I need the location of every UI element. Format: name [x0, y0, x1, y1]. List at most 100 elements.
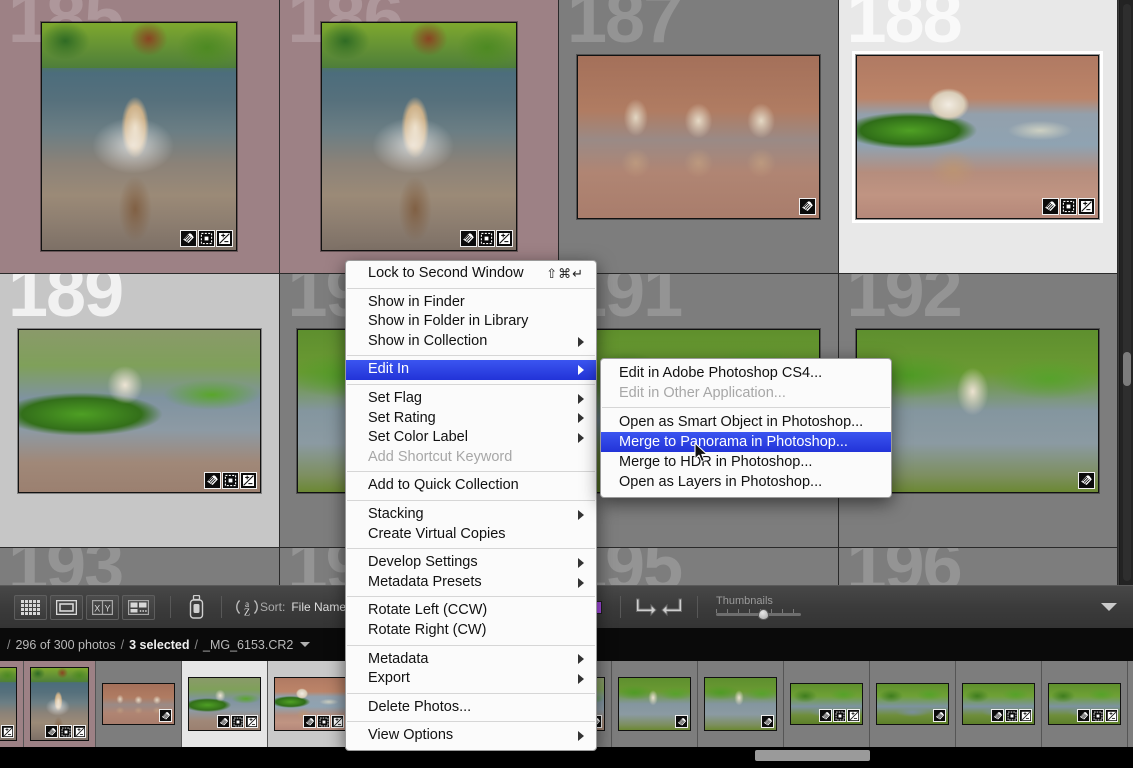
filmstrip-thumbnail[interactable]: [0, 667, 17, 741]
filmstrip-cell[interactable]: [612, 661, 698, 747]
filmstrip-cell[interactable]: [182, 661, 268, 747]
menu-show-in-folder-in-library[interactable]: Show in Folder in Library: [346, 312, 596, 332]
crop-badge[interactable]: [819, 709, 832, 722]
filmstrip-cell[interactable]: [0, 661, 24, 747]
develop-badge[interactable]: [1, 725, 14, 738]
thumbnail[interactable]: [856, 55, 1099, 219]
crop-badge[interactable]: [303, 715, 316, 728]
crop-badge[interactable]: [991, 709, 1004, 722]
thumbnail-badges[interactable]: [204, 472, 257, 489]
filmstrip-thumbnail[interactable]: [102, 683, 175, 725]
crop-badge[interactable]: [460, 230, 477, 247]
menu-metadata[interactable]: Metadata: [346, 650, 596, 670]
thumbnail-badges[interactable]: [1042, 198, 1095, 215]
submenu-open-as-smart-object[interactable]: Open as Smart Object in Photoshop...: [601, 412, 891, 432]
grid-cell-185[interactable]: 185: [0, 0, 280, 274]
filmstrip-thumbnail[interactable]: [274, 677, 347, 731]
crop-badge[interactable]: [1078, 472, 1095, 489]
filmstrip-cell[interactable]: [1042, 661, 1128, 747]
filmstrip-thumbnail[interactable]: [962, 683, 1035, 725]
develop-badge[interactable]: [1019, 709, 1032, 722]
thumbnail[interactable]: [41, 22, 237, 251]
toolbar-disclosure-triangle-icon[interactable]: [1101, 603, 1117, 611]
menu-view-options[interactable]: View Options: [346, 726, 596, 746]
painter-tool-button[interactable]: [183, 594, 209, 620]
keyword-badge[interactable]: [231, 715, 244, 728]
develop-badge[interactable]: [1078, 198, 1095, 215]
thumbnail-badges[interactable]: [217, 715, 258, 728]
menu-create-virtual-copies[interactable]: Create Virtual Copies: [346, 525, 596, 545]
thumbnail[interactable]: [856, 329, 1099, 493]
scrollbar-track[interactable]: [1123, 4, 1131, 581]
sort-value[interactable]: File Name: [291, 600, 346, 614]
thumbnail-badges[interactable]: [159, 709, 172, 722]
filmstrip-thumbnail[interactable]: [30, 667, 89, 741]
keyword-badge[interactable]: [317, 715, 330, 728]
develop-badge[interactable]: [496, 230, 513, 247]
keyword-badge[interactable]: [1091, 709, 1104, 722]
develop-badge[interactable]: [73, 725, 86, 738]
develop-badge[interactable]: [216, 230, 233, 247]
keyword-badge[interactable]: [59, 725, 72, 738]
filmstrip-cell[interactable]: [24, 661, 96, 747]
grid-cell-189[interactable]: 189: [0, 274, 280, 548]
develop-badge[interactable]: [331, 715, 344, 728]
keyword-badge[interactable]: [222, 472, 239, 489]
thumbnail-badges[interactable]: [1078, 472, 1095, 489]
thumbnail-badges[interactable]: [675, 715, 688, 728]
grid-vertical-scrollbar[interactable]: [1119, 0, 1133, 585]
keyword-badge[interactable]: [1060, 198, 1077, 215]
crop-badge[interactable]: [180, 230, 197, 247]
context-menu[interactable]: Lock to Second Window⇧⌘↵Show in FinderSh…: [345, 260, 597, 751]
filmstrip-cell[interactable]: [1128, 661, 1133, 747]
grid-cell-187[interactable]: 187: [559, 0, 839, 274]
scrollbar-thumb[interactable]: [1123, 352, 1131, 386]
edit-in-submenu[interactable]: Edit in Adobe Photoshop CS4...Edit in Ot…: [600, 358, 892, 498]
menu-set-color-label[interactable]: Set Color Label: [346, 428, 596, 448]
menu-stacking[interactable]: Stacking: [346, 505, 596, 525]
submenu-open-as-layers[interactable]: Open as Layers in Photoshop...: [601, 472, 891, 492]
thumbnail-badges[interactable]: [180, 230, 233, 247]
filename-dropdown-caret-icon[interactable]: [300, 642, 310, 647]
develop-badge[interactable]: [1105, 709, 1118, 722]
thumbnail-badges[interactable]: [303, 715, 344, 728]
submenu-merge-to-panorama[interactable]: Merge to Panorama in Photoshop...: [601, 432, 891, 452]
thumbnail-badges[interactable]: [45, 725, 86, 738]
crop-badge[interactable]: [1077, 709, 1090, 722]
sort-direction-button[interactable]: a Z: [234, 594, 260, 620]
grid-cell-186[interactable]: 186: [280, 0, 560, 274]
thumbnail-badges[interactable]: [933, 709, 946, 722]
crop-badge[interactable]: [799, 198, 816, 215]
filmstrip-scrollbar-thumb[interactable]: [755, 750, 870, 761]
grid-cell-193[interactable]: 193: [0, 548, 280, 585]
menu-develop-settings[interactable]: Develop Settings: [346, 553, 596, 573]
thumbnail-badges[interactable]: [761, 715, 774, 728]
rotate-left-button[interactable]: [633, 594, 659, 620]
crop-badge[interactable]: [159, 709, 172, 722]
filmstrip-cell[interactable]: [698, 661, 784, 747]
keyword-badge[interactable]: [198, 230, 215, 247]
view-mode-buttons[interactable]: X Y: [10, 595, 158, 620]
filmstrip-cell[interactable]: [956, 661, 1042, 747]
menu-rotate-right[interactable]: Rotate Right (CW): [346, 621, 596, 641]
menu-show-in-collection[interactable]: Show in Collection: [346, 332, 596, 352]
thumbnail-badges[interactable]: [991, 709, 1032, 722]
menu-export[interactable]: Export: [346, 669, 596, 689]
develop-badge[interactable]: [847, 709, 860, 722]
current-filename[interactable]: _MG_6153.CR2: [203, 638, 293, 652]
keyword-badge[interactable]: [833, 709, 846, 722]
filmstrip-thumbnail[interactable]: [188, 677, 261, 731]
menu-set-rating[interactable]: Set Rating: [346, 409, 596, 429]
submenu-edit-in-photoshop-cs4[interactable]: Edit in Adobe Photoshop CS4...: [601, 363, 891, 383]
menu-set-flag[interactable]: Set Flag: [346, 389, 596, 409]
crop-badge[interactable]: [933, 709, 946, 722]
crop-badge[interactable]: [204, 472, 221, 489]
filmstrip-cell[interactable]: [96, 661, 182, 747]
filmstrip-thumbnail[interactable]: [876, 683, 949, 725]
thumbnail[interactable]: [18, 329, 261, 493]
survey-view-button[interactable]: [122, 595, 155, 620]
filmstrip-thumbnail[interactable]: [1048, 683, 1121, 725]
thumbnail[interactable]: [321, 22, 517, 251]
compare-view-button[interactable]: X Y: [86, 595, 119, 620]
filmstrip-thumbnail[interactable]: [704, 677, 777, 731]
